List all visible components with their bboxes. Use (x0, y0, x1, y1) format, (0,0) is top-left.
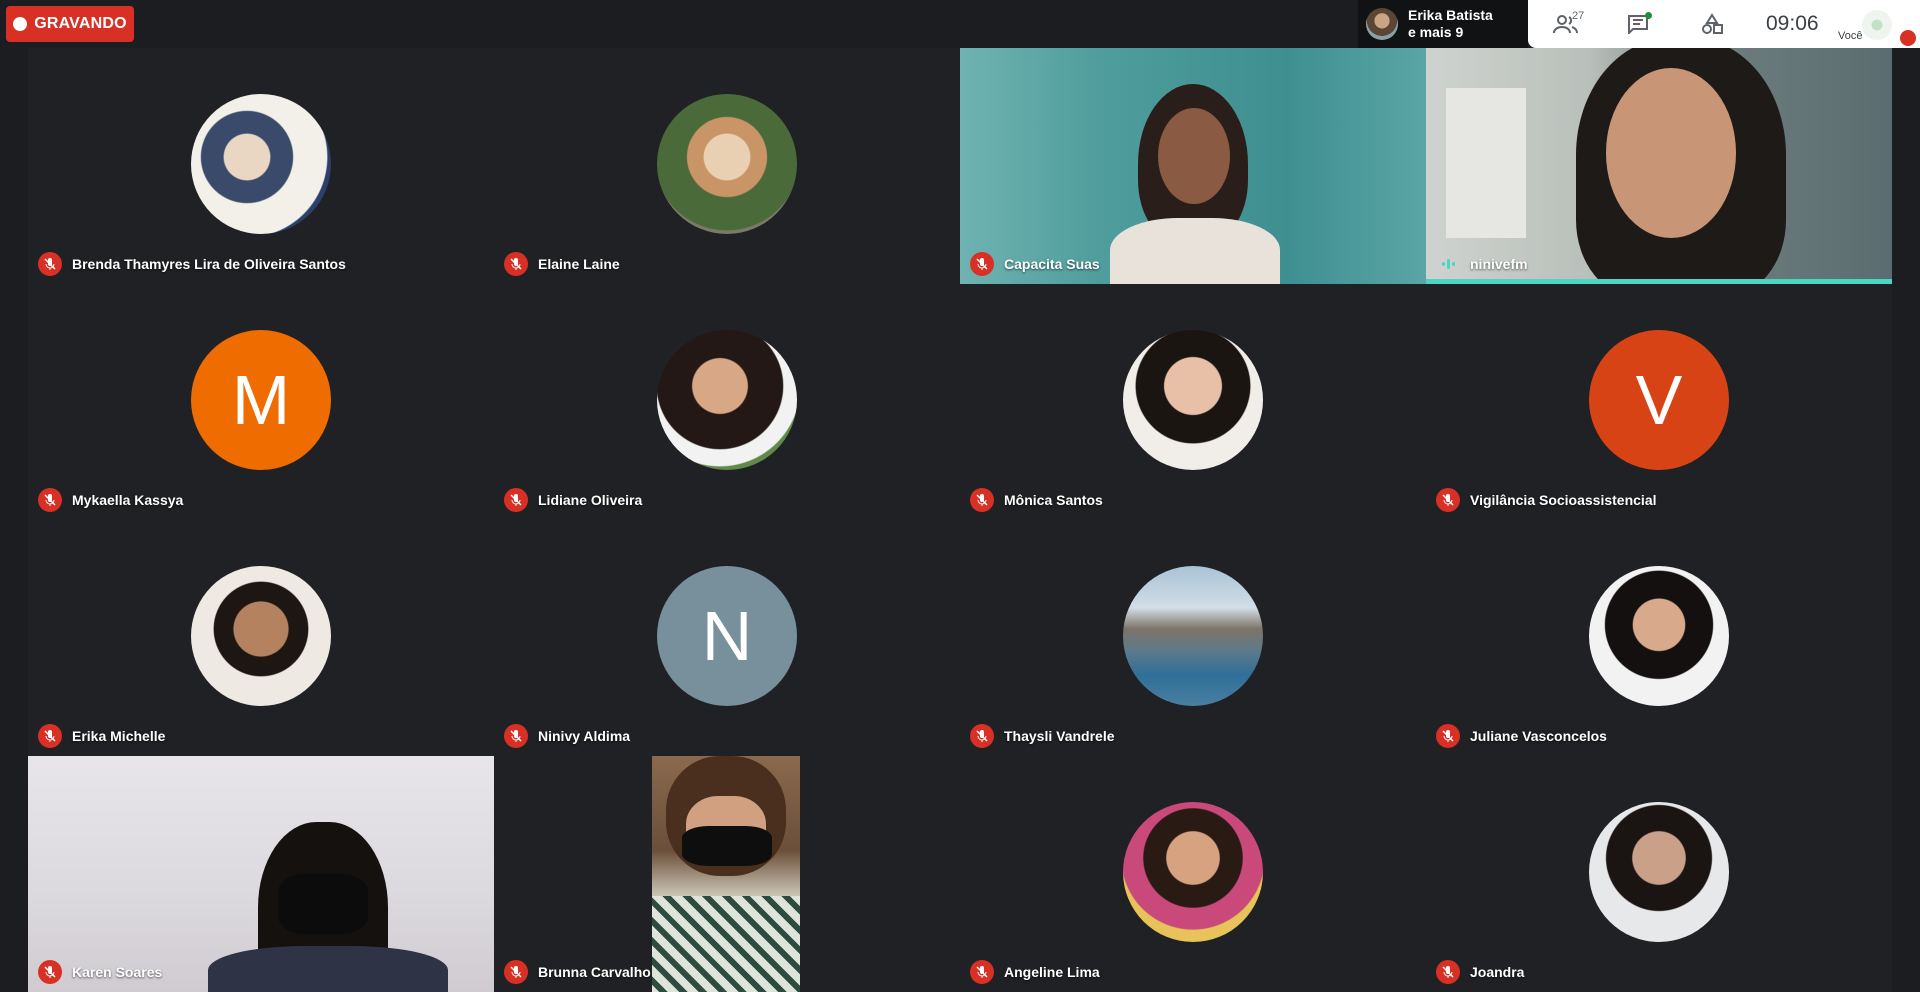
shapes-icon (1702, 13, 1723, 34)
avatar (1123, 802, 1263, 942)
mic-off-icon (38, 724, 62, 748)
mic-off-icon (38, 488, 62, 512)
participant-tile[interactable]: V Vigilância Socioassistencial (1426, 284, 1892, 520)
self-label: Você (1838, 30, 1863, 42)
participant-tile[interactable]: Lidiane Oliveira (494, 284, 960, 520)
mic-off-icon (970, 960, 994, 984)
participant-tile[interactable]: Joandra (1426, 756, 1892, 992)
participant-name: Angeline Lima (1004, 964, 1100, 980)
participant-name: Brunna Carvalho (538, 964, 651, 980)
participant-name: Erika Michelle (72, 728, 166, 744)
mic-off-icon (970, 252, 994, 276)
avatar-initial: V (1589, 330, 1729, 470)
avatar (1123, 330, 1263, 470)
mic-off-icon (38, 252, 62, 276)
avatar (1589, 566, 1729, 706)
avatar (1589, 802, 1729, 942)
mic-off-icon (504, 960, 528, 984)
participant-name: Joandra (1470, 964, 1525, 980)
participant-name: Mônica Santos (1004, 492, 1103, 508)
participant-tile[interactable]: Erika Michelle (28, 520, 494, 756)
recording-label: GRAVANDO (34, 15, 127, 32)
participant-video-tile[interactable]: Karen Soares (28, 756, 494, 992)
participant-name: Mykaella Kassya (72, 492, 184, 508)
participant-video-tile[interactable]: ninivefm (1426, 48, 1892, 284)
mic-off-icon (1436, 724, 1460, 748)
video-feed (652, 756, 800, 992)
record-dot-icon (13, 17, 28, 31)
participant-name: Brenda Thamyres Lira de Oliveira Santos (72, 256, 346, 272)
audio-level-icon (1436, 252, 1460, 276)
chat-notification-dot (1645, 12, 1652, 19)
participant-video-tile[interactable]: Capacita Suas (960, 48, 1426, 284)
presenter-name: Erika Batista (1408, 7, 1493, 23)
participant-tile[interactable]: N Ninivy Aldima (494, 520, 960, 756)
mic-off-icon (1436, 488, 1460, 512)
activities-button[interactable] (1698, 10, 1726, 38)
mic-off-icon (504, 252, 528, 276)
avatar (657, 330, 797, 470)
participant-name: Thaysli Vandrele (1004, 728, 1115, 744)
participant-name: Karen Soares (72, 964, 163, 980)
participant-tile[interactable]: Mônica Santos (960, 284, 1426, 520)
top-bar: GRAVANDO Erika Batista e mais 9 27 09:06 (0, 0, 1920, 48)
participant-tile[interactable]: Angeline Lima (960, 756, 1426, 992)
avatar-initial: N (657, 566, 797, 706)
avatar (191, 94, 331, 234)
video-feed (1426, 48, 1892, 284)
participant-name: Ninivy Aldima (538, 728, 631, 744)
presenter-more: e mais 9 (1408, 24, 1464, 40)
participant-video-tile[interactable]: Brunna Carvalho (494, 756, 960, 992)
mic-off-icon (504, 724, 528, 748)
video-feed (960, 48, 1426, 284)
participant-name: Vigilância Socioassistencial (1470, 492, 1657, 508)
participant-tile[interactable]: Brenda Thamyres Lira de Oliveira Santos (28, 48, 494, 284)
participant-name: Juliane Vasconcelos (1470, 728, 1607, 744)
avatar (191, 566, 331, 706)
avatar (657, 94, 797, 234)
video-feed (28, 756, 494, 992)
clock: 09:06 (1766, 12, 1819, 35)
participant-name: Elaine Laine (538, 256, 620, 272)
participant-tile[interactable]: Elaine Laine (494, 48, 960, 284)
mic-off-icon (1436, 960, 1460, 984)
presenter-avatar (1366, 8, 1398, 40)
participant-tile[interactable]: M Mykaella Kassya (28, 284, 494, 520)
recording-badge[interactable]: GRAVANDO (6, 6, 134, 42)
mic-off-icon (970, 724, 994, 748)
self-view-thumbnail[interactable] (1862, 10, 1892, 40)
participant-tile[interactable]: Thaysli Vandrele (960, 520, 1426, 756)
participant-name: Capacita Suas (1004, 256, 1100, 272)
participant-tile[interactable]: Juliane Vasconcelos (1426, 520, 1892, 756)
mic-off-icon (504, 488, 528, 512)
presenter-chip[interactable]: Erika Batista e mais 9 (1358, 0, 1528, 48)
self-mic-off-icon (1900, 30, 1916, 46)
participant-name: ninivefm (1470, 256, 1528, 272)
mic-off-icon (970, 488, 994, 512)
mic-off-icon (38, 960, 62, 984)
participants-count: 27 (1572, 10, 1585, 22)
participant-name: Lidiane Oliveira (538, 492, 643, 508)
avatar (1123, 566, 1263, 706)
avatar-initial: M (191, 330, 331, 470)
